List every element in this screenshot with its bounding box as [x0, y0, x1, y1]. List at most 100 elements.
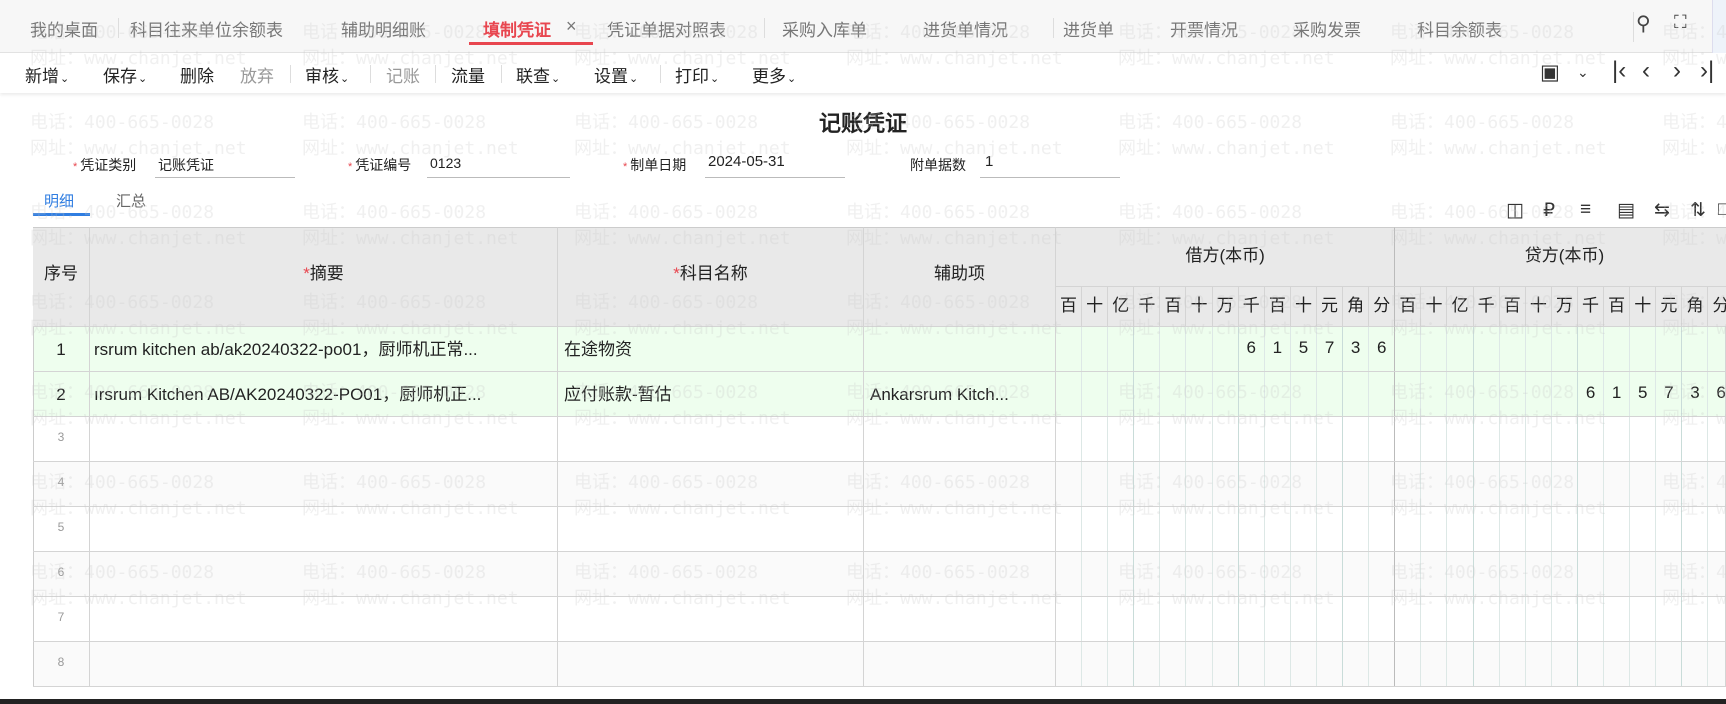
credit-digit-cell[interactable] — [1395, 552, 1422, 596]
debit-digit-cell[interactable] — [1213, 552, 1239, 596]
account-cell[interactable] — [558, 642, 864, 687]
debit-digit-cell[interactable] — [1187, 552, 1213, 596]
credit-digit-cell[interactable]: 7 — [1656, 372, 1683, 416]
credit-digit-cell[interactable] — [1630, 327, 1657, 371]
credit-digit-cell[interactable] — [1682, 642, 1709, 686]
summary-cell[interactable] — [90, 642, 558, 687]
previous-record-icon[interactable]: ‹ — [1642, 57, 1650, 85]
summary-cell[interactable] — [90, 417, 558, 462]
credit-digit-cell[interactable] — [1421, 327, 1448, 371]
debit-digit-cell[interactable] — [1213, 372, 1239, 416]
debit-digit-cell[interactable] — [1369, 462, 1396, 506]
debit-digit-cell[interactable] — [1082, 462, 1109, 506]
credit-digit-cell[interactable] — [1474, 597, 1500, 641]
credit-digit-cell[interactable] — [1395, 327, 1422, 371]
debit-digit-cell[interactable] — [1160, 417, 1187, 461]
money-bag-icon[interactable]: ₽ — [1543, 199, 1555, 222]
credit-digit-cell[interactable] — [1421, 552, 1448, 596]
credit-digit-cell[interactable] — [1500, 642, 1526, 686]
debit-digit-cell[interactable] — [1343, 552, 1370, 596]
credit-digit-cell[interactable] — [1474, 417, 1500, 461]
credit-digit-cell[interactable] — [1526, 462, 1552, 506]
credit-digit-cell[interactable] — [1552, 372, 1578, 416]
debit-digit-cell[interactable] — [1056, 372, 1083, 416]
credit-digit-cell[interactable] — [1395, 462, 1422, 506]
debit-digit-cell[interactable] — [1239, 462, 1265, 506]
debit-digit-cell[interactable] — [1160, 462, 1187, 506]
credit-digit-cell[interactable] — [1526, 372, 1552, 416]
credit-digit-cell[interactable] — [1656, 507, 1683, 551]
debit-digit-cell[interactable] — [1056, 417, 1083, 461]
tab-purchase-status[interactable]: 进货单情况 — [923, 16, 1008, 41]
date-field[interactable]: 2024-05-31 — [708, 153, 785, 170]
debit-digit-cell[interactable] — [1187, 507, 1213, 551]
voucher-type-field[interactable]: 记账凭证 — [158, 155, 214, 175]
debit-digit-cell[interactable] — [1134, 462, 1161, 506]
credit-digit-cell[interactable] — [1448, 417, 1474, 461]
debit-digit-cell[interactable] — [1108, 417, 1135, 461]
credit-digit-cell[interactable] — [1474, 642, 1500, 686]
debit-digit-cell[interactable] — [1108, 507, 1135, 551]
credit-digit-cell[interactable] — [1682, 417, 1709, 461]
credit-digit-cell[interactable] — [1474, 372, 1500, 416]
next-record-icon[interactable]: › — [1673, 57, 1681, 85]
debit-digit-cell[interactable] — [1265, 417, 1291, 461]
credit-digit-cell[interactable] — [1500, 462, 1526, 506]
debit-digit-cell[interactable] — [1108, 372, 1135, 416]
credit-digit-cell[interactable] — [1578, 462, 1605, 506]
credit-digit-cell[interactable] — [1709, 642, 1726, 686]
credit-digit-cell[interactable] — [1500, 417, 1526, 461]
credit-digit-cell[interactable] — [1578, 597, 1605, 641]
debit-digit-cell[interactable] — [1265, 372, 1291, 416]
debit-digit-cell[interactable] — [1291, 462, 1317, 506]
debit-digit-cell[interactable] — [1239, 642, 1265, 686]
debit-digit-cell[interactable]: 7 — [1317, 327, 1344, 371]
delete-button[interactable]: 删除 — [180, 62, 214, 87]
account-cell[interactable] — [558, 597, 864, 642]
linked-query-button[interactable]: 联查⌄ — [516, 62, 560, 87]
credit-digit-cell[interactable] — [1395, 417, 1422, 461]
credit-digit-cell[interactable]: 1 — [1604, 372, 1631, 416]
debit-digit-cell[interactable]: 1 — [1265, 327, 1291, 371]
debit-digit-cell[interactable] — [1369, 597, 1396, 641]
debit-digit-cell[interactable] — [1108, 552, 1135, 596]
credit-digit-cell[interactable] — [1656, 552, 1683, 596]
cash-flow-button[interactable]: 流量 — [451, 62, 485, 87]
aux-cell[interactable] — [864, 462, 1056, 507]
more-button[interactable]: 更多⌄ — [752, 62, 796, 87]
credit-digit-cell[interactable] — [1656, 642, 1683, 686]
credit-digit-cell[interactable] — [1604, 597, 1631, 641]
credit-digit-cell[interactable] — [1630, 597, 1657, 641]
debit-digit-cell[interactable] — [1343, 372, 1370, 416]
debit-digit-cell[interactable] — [1343, 507, 1370, 551]
account-cell[interactable]: 在途物资 — [558, 327, 864, 372]
debit-digit-cell[interactable] — [1187, 417, 1213, 461]
tab-account-balance[interactable]: 科目往来单位余额表 — [130, 16, 283, 41]
search-icon[interactable]: ⚲ — [1636, 11, 1651, 36]
debit-digit-cell[interactable] — [1082, 417, 1109, 461]
debit-digit-cell[interactable] — [1082, 597, 1109, 641]
debit-digit-cell[interactable] — [1056, 507, 1083, 551]
debit-digit-cell[interactable] — [1160, 372, 1187, 416]
aux-cell[interactable] — [864, 642, 1056, 687]
debit-digit-cell[interactable] — [1187, 327, 1213, 371]
aux-cell[interactable] — [864, 327, 1056, 372]
credit-digit-cell[interactable] — [1682, 462, 1709, 506]
credit-digit-cell[interactable] — [1526, 507, 1552, 551]
account-cell[interactable]: 应付账款-暂估 — [558, 372, 864, 417]
credit-digit-cell[interactable] — [1682, 507, 1709, 551]
credit-digit-cell[interactable] — [1526, 642, 1552, 686]
credit-digit-cell[interactable] — [1395, 642, 1422, 686]
save-button[interactable]: 保存⌄ — [103, 62, 147, 87]
first-record-icon[interactable]: |‹ — [1612, 57, 1626, 85]
summary-cell[interactable]: rsrum kitchen ab/ak20240322-po01，厨师机正常..… — [90, 327, 558, 372]
credit-digit-cell[interactable]: 3 — [1682, 372, 1709, 416]
debit-digit-cell[interactable] — [1239, 552, 1265, 596]
debit-digit-cell[interactable] — [1160, 597, 1187, 641]
credit-digit-cell[interactable] — [1448, 597, 1474, 641]
debit-digit-cell[interactable] — [1265, 507, 1291, 551]
credit-digit-cell[interactable] — [1578, 417, 1605, 461]
aux-cell[interactable] — [864, 597, 1056, 642]
voucher-no-field[interactable]: 0123 — [430, 155, 461, 171]
debit-digit-cell[interactable] — [1134, 372, 1161, 416]
